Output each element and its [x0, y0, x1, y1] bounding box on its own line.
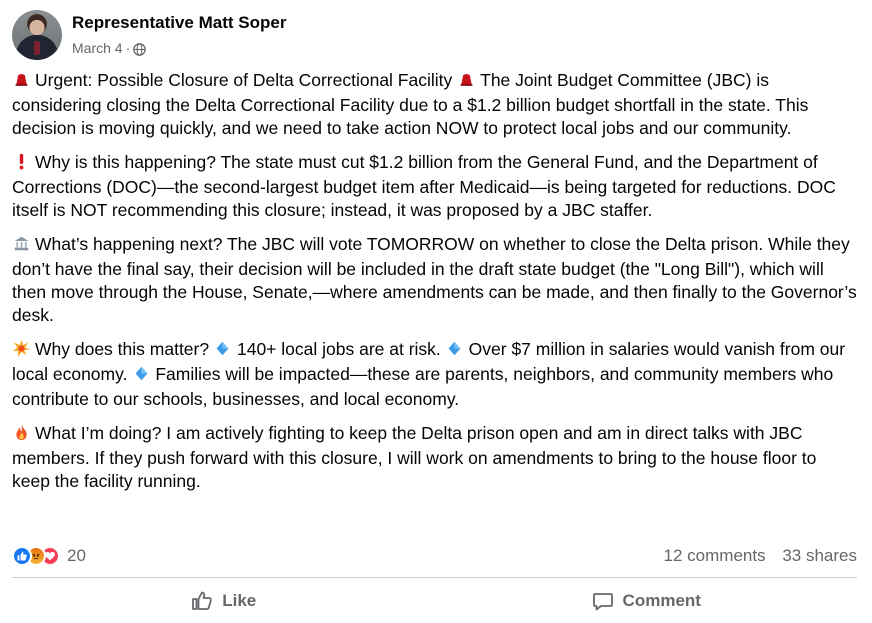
like-label: Like	[222, 591, 257, 610]
collision-icon	[12, 340, 30, 363]
post-identity: Representative Matt Soper March 4 ·	[72, 12, 286, 57]
post-meta: March 4 ·	[72, 39, 286, 57]
engagement-counts: 12 comments 33 shares	[652, 546, 857, 566]
comment-label: Comment	[622, 591, 701, 610]
red-hat-icon	[457, 71, 475, 94]
paragraph-text: Why does this matter?	[35, 339, 210, 359]
fire-icon	[12, 424, 30, 447]
paragraph-text: Why is this happening? The state must cu…	[12, 152, 836, 220]
author-name[interactable]: Representative Matt Soper	[72, 12, 286, 34]
post-actions: Like Comment	[12, 582, 857, 620]
blue-diamond-icon	[214, 340, 232, 363]
thumbs-up-icon	[192, 591, 213, 610]
avatar[interactable]	[12, 10, 62, 60]
actions-divider	[12, 577, 857, 578]
globe-icon	[133, 42, 147, 56]
post-stats: 20 12 comments 33 shares	[12, 544, 857, 568]
comments-count[interactable]: 12 comments	[664, 546, 766, 565]
paragraph-urgent: Urgent: Possible Closure of Delta Correc…	[12, 69, 857, 140]
comment-bubble-icon	[592, 593, 613, 611]
paragraph-text: What’s happening next? The JBC will vote…	[12, 234, 857, 325]
exclamation-icon	[12, 153, 30, 176]
meta-separator: ·	[125, 40, 131, 56]
facebook-post: Representative Matt Soper March 4 · Urge…	[0, 0, 872, 623]
classical-building-icon	[12, 235, 30, 258]
paragraph-next: What’s happening next? The JBC will vote…	[12, 233, 857, 327]
paragraph-matter: Why does this matter? 140+ local jobs ar…	[12, 338, 857, 411]
reactions-summary[interactable]: 20	[12, 546, 86, 566]
bullet-text: 140+ local jobs are at risk.	[236, 339, 441, 359]
comment-button[interactable]: Comment	[435, 582, 858, 620]
post-body: Urgent: Possible Closure of Delta Correc…	[12, 69, 857, 504]
paragraph-text: Urgent: Possible Closure of Delta Correc…	[35, 70, 453, 90]
blue-diamond-icon	[132, 365, 150, 388]
like-icon	[12, 546, 32, 566]
shares-count[interactable]: 33 shares	[782, 546, 857, 565]
like-button[interactable]: Like	[12, 582, 435, 620]
post-header: Representative Matt Soper March 4 ·	[12, 10, 286, 60]
blue-diamond-icon	[446, 340, 464, 363]
red-hat-icon	[12, 71, 30, 94]
reactions-count: 20	[67, 546, 86, 565]
paragraph-text: What I’m doing? I am actively fighting t…	[12, 423, 817, 491]
paragraph-doing: What I’m doing? I am actively fighting t…	[12, 422, 857, 493]
post-date[interactable]: March 4	[72, 39, 123, 57]
paragraph-why: Why is this happening? The state must cu…	[12, 151, 857, 222]
